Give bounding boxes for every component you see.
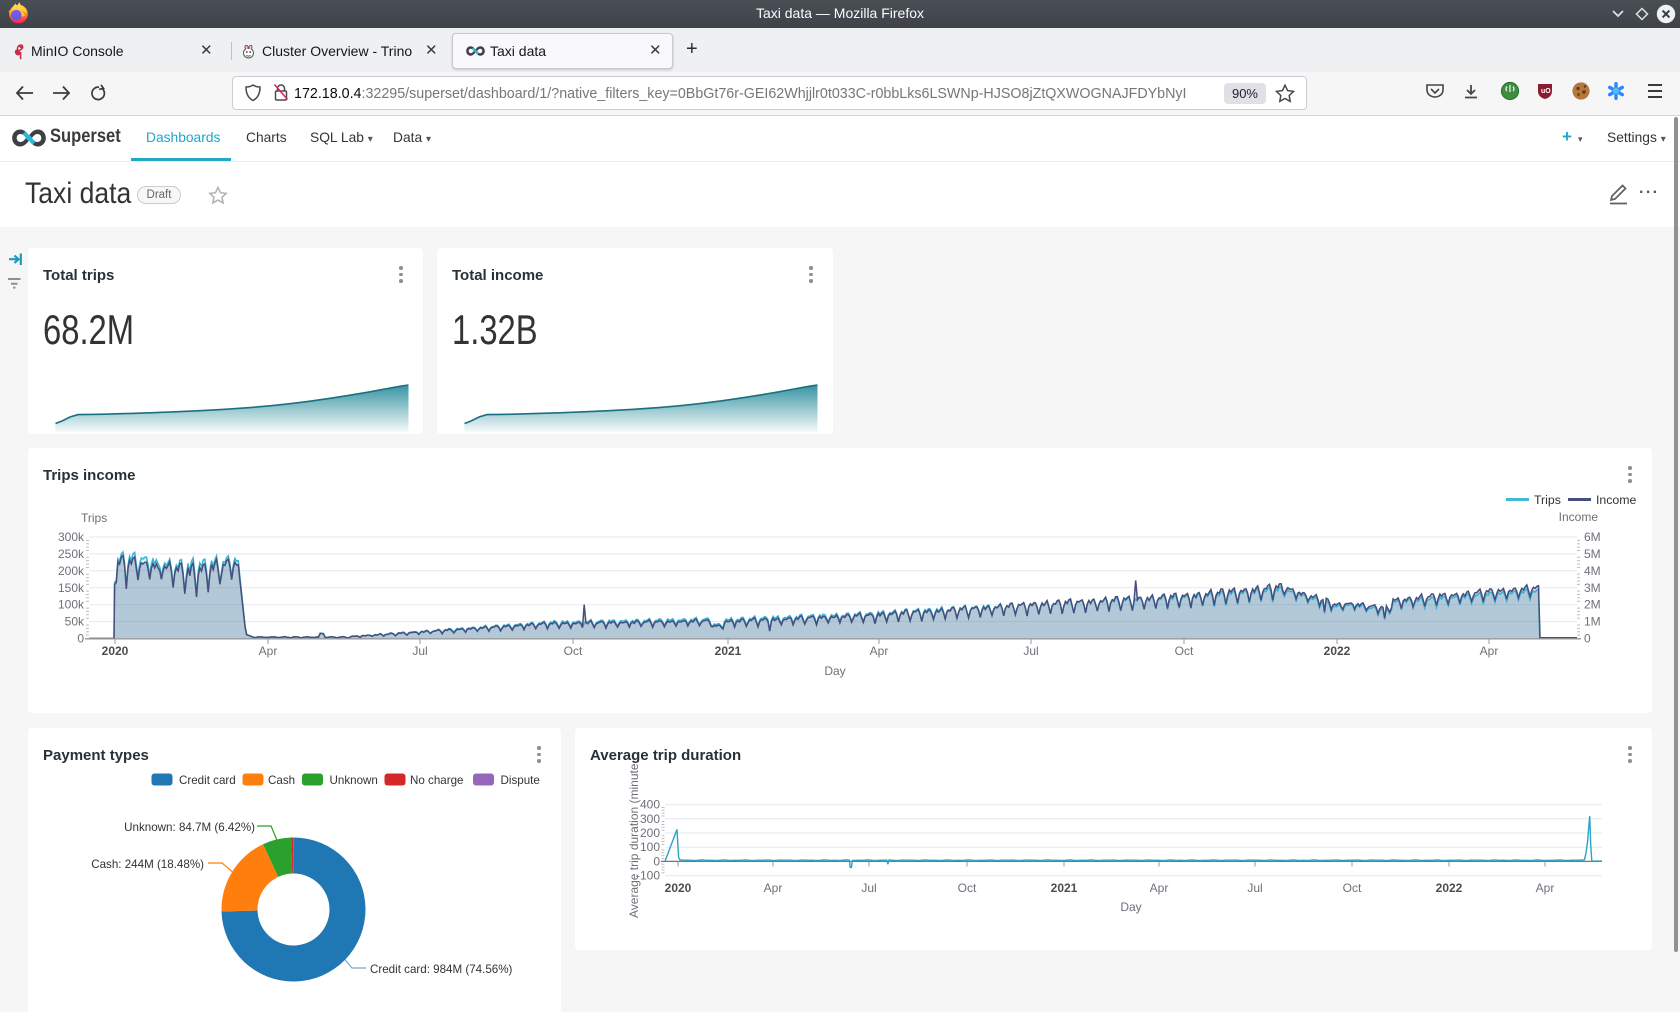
svg-text:Unknown: Unknown [330, 774, 378, 787]
svg-text:150k: 150k [58, 581, 85, 595]
svg-text:Apr: Apr [1480, 644, 1499, 658]
svg-text:Jul: Jul [412, 644, 427, 658]
svg-text:Credit card: 984M (74.56%): Credit card: 984M (74.56%) [370, 963, 513, 976]
svg-text:0: 0 [653, 854, 660, 868]
svg-text:Jul: Jul [861, 881, 876, 895]
svg-text:Day: Day [824, 664, 845, 678]
svg-text:400: 400 [640, 798, 660, 812]
svg-text:3M: 3M [1584, 581, 1601, 595]
svg-text:Apr: Apr [259, 644, 278, 658]
svg-text:5M: 5M [1584, 547, 1601, 561]
svg-text:Cash: Cash [268, 774, 295, 787]
svg-text:Oct: Oct [1175, 644, 1194, 658]
svg-text:6M: 6M [1584, 530, 1601, 544]
svg-text:0: 0 [77, 632, 84, 646]
svg-text:Apr: Apr [764, 881, 783, 895]
svg-text:2022: 2022 [1324, 644, 1351, 658]
svg-text:Day: Day [1120, 900, 1141, 914]
svg-text:Apr: Apr [1536, 881, 1555, 895]
svg-text:2020: 2020 [665, 881, 692, 895]
svg-text:uO: uO [1541, 88, 1551, 95]
svg-text:Unknown: 84.7M (6.42%): Unknown: 84.7M (6.42%) [124, 821, 255, 834]
svg-text:Average trip duration (minute: Average trip duration (minute [627, 763, 641, 918]
svg-text:2M: 2M [1584, 598, 1601, 612]
svg-text:0: 0 [1584, 632, 1591, 646]
svg-text:-100: -100 [636, 869, 660, 883]
svg-text:2020: 2020 [102, 644, 129, 658]
svg-text:2021: 2021 [1051, 881, 1078, 895]
svg-text:50k: 50k [65, 615, 85, 629]
svg-text:200k: 200k [58, 564, 85, 578]
svg-text:Income: Income [1559, 510, 1599, 524]
svg-text:Cash: 244M (18.48%): Cash: 244M (18.48%) [91, 858, 204, 871]
svg-text:200: 200 [640, 826, 660, 840]
svg-text:Trips: Trips [1534, 493, 1561, 507]
svg-text:2021: 2021 [715, 644, 742, 658]
svg-text:Dispute: Dispute [501, 774, 540, 787]
svg-text:Oct: Oct [958, 881, 977, 895]
svg-text:Credit card: Credit card [179, 774, 236, 787]
svg-text:100k: 100k [58, 598, 85, 612]
svg-text:Income: Income [1596, 493, 1636, 507]
svg-text:Jul: Jul [1023, 644, 1038, 658]
svg-text:2022: 2022 [1436, 881, 1463, 895]
svg-text:100: 100 [640, 840, 660, 854]
svg-text:No charge: No charge [410, 774, 464, 787]
svg-text:1M: 1M [1584, 615, 1601, 629]
svg-text:Apr: Apr [870, 644, 889, 658]
svg-text:300k: 300k [58, 530, 85, 544]
svg-text:Oct: Oct [1343, 881, 1362, 895]
svg-text:300: 300 [640, 812, 660, 826]
svg-text:Apr: Apr [1150, 881, 1169, 895]
svg-text:Trips: Trips [81, 511, 107, 525]
svg-text:Oct: Oct [564, 644, 583, 658]
svg-text:4M: 4M [1584, 564, 1601, 578]
svg-text:250k: 250k [58, 547, 85, 561]
svg-text:Jul: Jul [1247, 881, 1262, 895]
